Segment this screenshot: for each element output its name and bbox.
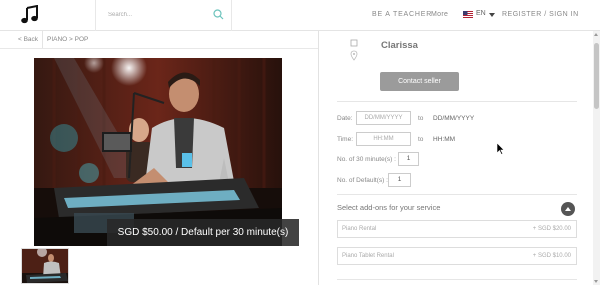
time-to-label: to — [418, 136, 424, 143]
addon-item[interactable]: Piano Tablet Rental + SGD $10.00 — [337, 247, 577, 265]
language-code: EN — [476, 10, 486, 17]
stage-photo-image — [34, 58, 282, 246]
slots-quantity-input[interactable]: 1 — [398, 152, 419, 166]
column-divider — [318, 31, 319, 285]
back-link[interactable]: < Back — [18, 36, 38, 43]
date-label: Date: — [337, 115, 353, 122]
addon-name: Piano Rental — [342, 226, 377, 232]
music-note-logo-icon[interactable] — [20, 5, 40, 25]
be-a-teacher-link[interactable]: BE A TEACHER — [372, 11, 432, 18]
register-signin-link[interactable]: REGISTER / SIGN IN — [502, 11, 579, 18]
photo-thumbnail[interactable] — [21, 248, 69, 284]
thumbnail-image — [22, 249, 68, 283]
defaults-quantity-input[interactable]: 1 — [388, 173, 411, 187]
start-time-input[interactable]: HH:MM — [356, 132, 411, 146]
search-bar — [95, 0, 232, 31]
section-divider — [337, 101, 577, 102]
scroll-to-top-button[interactable] — [561, 202, 575, 216]
search-icon[interactable] — [213, 9, 224, 20]
mouse-cursor-icon — [497, 143, 505, 155]
price-banner: SGD $50.00 / Default per 30 minute(s) — [107, 219, 299, 246]
listing-photo[interactable] — [34, 58, 282, 246]
addon-item[interactable]: Piano Rental + SGD $20.00 — [337, 220, 577, 238]
addon-name: Piano Tablet Rental — [342, 253, 394, 259]
addons-title: Select add-ons for your service — [337, 203, 441, 212]
breadcrumb-divider — [42, 31, 43, 48]
seller-name[interactable]: Clarissa — [381, 40, 418, 51]
section-divider — [337, 194, 577, 195]
addon-price: + SGD $10.00 — [532, 253, 571, 259]
scroll-up-arrow-icon[interactable] — [594, 33, 598, 36]
scrollbar-thumb[interactable] — [594, 43, 599, 109]
breadcrumb: PIANO > POP — [47, 36, 89, 43]
contact-seller-button[interactable]: Contact seller — [380, 72, 459, 91]
defaults-label: No. of Default(s) : — [337, 177, 388, 184]
page-scrollbar[interactable] — [593, 31, 600, 285]
us-flag-icon — [463, 11, 473, 18]
start-date-input[interactable]: DD/MM/YYYY — [356, 111, 411, 125]
top-navbar: BE A TEACHER More EN REGISTER / SIGN IN — [0, 0, 600, 31]
breadcrumb-underline — [0, 48, 318, 49]
caret-down-icon — [489, 13, 495, 17]
search-input[interactable] — [108, 8, 203, 22]
date-to-label: to — [418, 115, 424, 122]
seller-avatar-icon[interactable] — [350, 39, 360, 61]
addon-price: + SGD $20.00 — [532, 226, 571, 232]
more-menu-link[interactable]: More — [431, 11, 448, 18]
section-divider — [337, 279, 577, 280]
time-label: Time: — [337, 136, 354, 143]
scroll-down-arrow-icon[interactable] — [594, 280, 598, 283]
end-date-value[interactable]: DD/MM/YYYY — [433, 115, 474, 122]
end-time-value[interactable]: HH:MM — [433, 136, 455, 143]
slots-label: No. of 30 minute(s) : — [337, 156, 396, 163]
